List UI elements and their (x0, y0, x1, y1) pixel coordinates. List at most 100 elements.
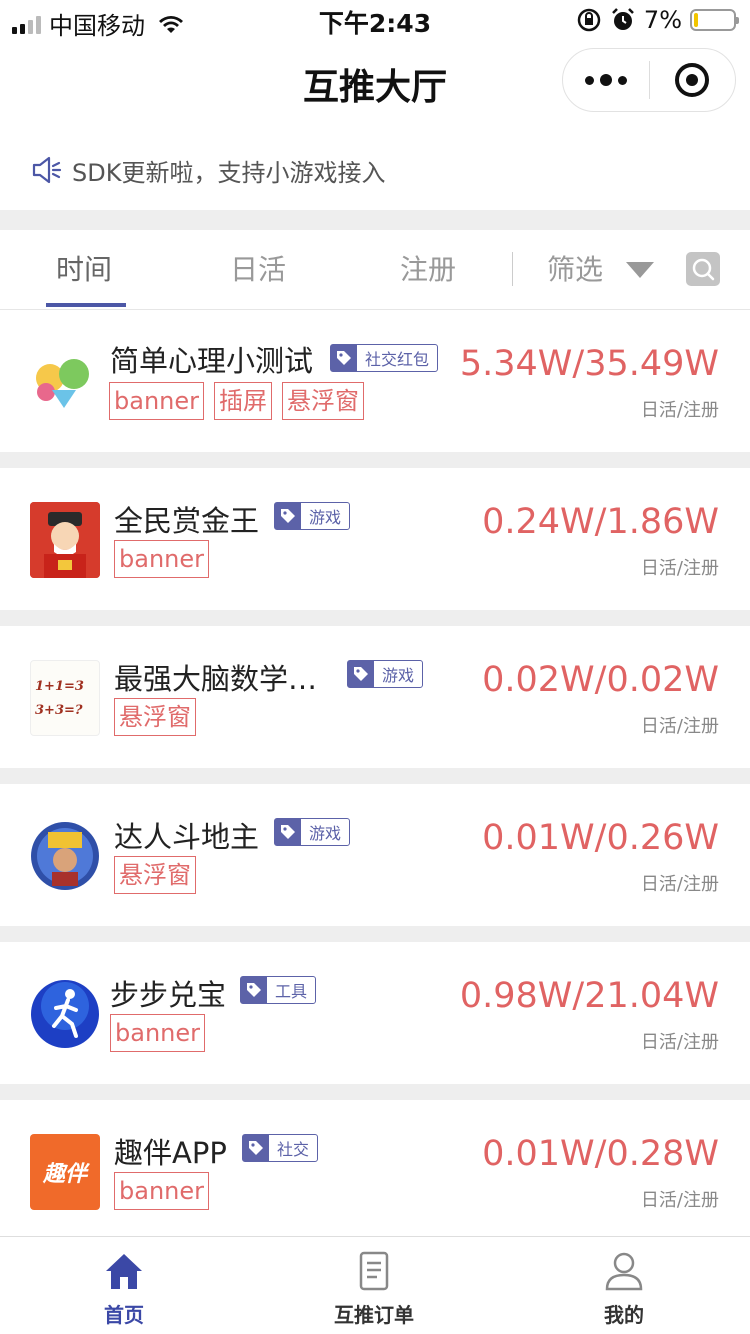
ad-format-tags: banner (114, 540, 209, 578)
app-icon-heart-balloons (30, 344, 100, 420)
stat-label: 日活/注册 (640, 400, 719, 421)
document-icon (359, 1251, 389, 1291)
ad-tag: banner (114, 1172, 209, 1210)
list-item[interactable]: 达人斗地主 游戏 悬浮窗 0.01W/0.26W 日活/注册 (0, 784, 750, 926)
bottom-tab-bar: 首页 互推订单 我的 (0, 1236, 750, 1334)
home-icon (106, 1254, 142, 1289)
icon-math-line: 3+3=? (35, 703, 83, 718)
category-label: 游戏 (309, 824, 342, 843)
stat-label: 日活/注册 (640, 716, 719, 737)
user-icon (605, 1252, 643, 1291)
row-divider (0, 1084, 750, 1100)
tabbar-item-mine[interactable]: 我的 (554, 1237, 694, 1334)
rotation-lock-icon (577, 8, 601, 32)
category-tag: 工具 (240, 976, 317, 1004)
ad-tag: 悬浮窗 (114, 856, 196, 894)
tag-icon (331, 345, 357, 371)
more-menu-icon[interactable] (563, 74, 649, 86)
ad-tag: banner (114, 540, 209, 578)
ad-tag: 悬浮窗 (282, 382, 364, 420)
tabbar-label: 我的 (604, 1303, 644, 1327)
tag-icon (348, 661, 374, 687)
tab-divider (512, 252, 513, 286)
app-name: 趣伴APP (114, 1136, 227, 1170)
ad-format-tags: 悬浮窗 (114, 698, 196, 736)
row-divider (0, 768, 750, 784)
close-miniprogram-icon[interactable] (650, 63, 736, 97)
daily-register-stat: 0.02W/0.02W (482, 660, 719, 700)
daily-register-stat: 0.01W/0.26W (482, 818, 719, 858)
list-item[interactable]: 步步兑宝 工具 banner 0.98W/21.04W 日活/注册 (0, 942, 750, 1084)
tabbar-item-orders[interactable]: 互推订单 (304, 1237, 444, 1334)
row-divider (0, 610, 750, 626)
category-tag: 社交红包 (330, 344, 439, 372)
tag-icon (243, 1135, 269, 1161)
category-label: 游戏 (382, 666, 415, 685)
app-icon-landlord (30, 818, 100, 894)
alarm-icon (612, 8, 634, 30)
category-tag: 社交 (242, 1134, 319, 1162)
category-label: 游戏 (309, 508, 342, 527)
app-icon-qubao: 趣伴 (30, 1134, 100, 1210)
battery-icon (690, 9, 739, 31)
daily-register-stat: 0.24W/1.86W (482, 502, 719, 542)
daily-register-stat: 0.98W/21.04W (459, 976, 719, 1016)
daily-register-stat: 0.01W/0.28W (482, 1134, 719, 1174)
list-item[interactable]: 全民赏金王 游戏 banner 0.24W/1.86W 日活/注册 (0, 468, 750, 610)
active-tab-indicator (46, 303, 126, 307)
sort-tabs: 时间 日活 注册 筛选 (0, 230, 750, 310)
stat-label: 日活/注册 (640, 1190, 719, 1211)
tag-icon (275, 503, 301, 529)
app-name: 最强大脑数学… (114, 662, 318, 696)
list-item[interactable]: 趣伴 趣伴APP 社交 banner 0.01W/0.28W 日活/注册 (0, 1100, 750, 1236)
app-name: 步步兑宝 (110, 978, 227, 1012)
icon-qubao-text: 趣伴 (42, 1162, 87, 1187)
tab-daily-active[interactable]: 日活 (230, 248, 286, 288)
miniprogram-capsule (562, 48, 736, 112)
icon-math-line: 1+1=3 (35, 679, 84, 694)
battery-percent: 7% (643, 6, 682, 34)
notice-bar[interactable]: SDK更新啦，支持小游戏接入 (0, 130, 750, 210)
filter-button[interactable]: 筛选 (547, 248, 603, 288)
app-icon-runner (30, 976, 100, 1052)
ad-tag: 悬浮窗 (114, 698, 196, 736)
tag-icon (275, 819, 301, 845)
category-tag: 游戏 (274, 502, 351, 530)
row-divider (0, 452, 750, 468)
tabbar-label: 首页 (104, 1303, 144, 1327)
stat-label: 日活/注册 (640, 874, 719, 895)
list-item[interactable]: 1+1=3 3+3=? 最强大脑数学… 游戏 悬浮窗 0.02W/0.02W 日… (0, 626, 750, 768)
category-label: 社交 (277, 1140, 310, 1159)
ad-format-tags: 悬浮窗 (114, 856, 196, 894)
search-icon[interactable] (686, 252, 720, 286)
ad-format-tags: banner (110, 1014, 205, 1052)
section-divider (0, 210, 750, 230)
status-bar: 中国移动 下午2:43 7% (0, 0, 750, 40)
tab-register[interactable]: 注册 (400, 248, 456, 288)
category-tag: 游戏 (347, 660, 424, 688)
tab-time[interactable]: 时间 (56, 248, 112, 288)
row-divider (0, 926, 750, 942)
tabbar-item-home[interactable]: 首页 (54, 1237, 194, 1334)
filter-dropdown-icon[interactable] (626, 262, 654, 278)
app-icon-fortune-god (30, 502, 100, 578)
nav-header: 互推大厅 (0, 40, 750, 126)
ad-tag: banner (109, 382, 204, 420)
list-item[interactable]: 简单心理小测试 社交红包 banner 插屏 悬浮窗 5.34W/35.49W … (0, 310, 750, 452)
ad-format-tags: banner 插屏 悬浮窗 (109, 382, 364, 420)
daily-register-stat: 5.34W/35.49W (459, 344, 719, 384)
category-label: 社交红包 (365, 350, 430, 369)
app-name: 达人斗地主 (114, 820, 260, 854)
app-icon-math: 1+1=3 3+3=? (30, 660, 100, 736)
category-tag: 游戏 (274, 818, 351, 846)
app-name: 全民赏金王 (114, 504, 260, 538)
ad-format-tags: banner (114, 1172, 209, 1210)
notice-text: SDK更新啦，支持小游戏接入 (72, 158, 386, 187)
speaker-icon (32, 156, 62, 184)
tag-icon (241, 977, 267, 1003)
stat-label: 日活/注册 (640, 1032, 719, 1053)
ad-tag: banner (110, 1014, 205, 1052)
tabbar-label: 互推订单 (334, 1303, 414, 1327)
stat-label: 日活/注册 (640, 558, 719, 579)
category-label: 工具 (275, 982, 308, 1001)
